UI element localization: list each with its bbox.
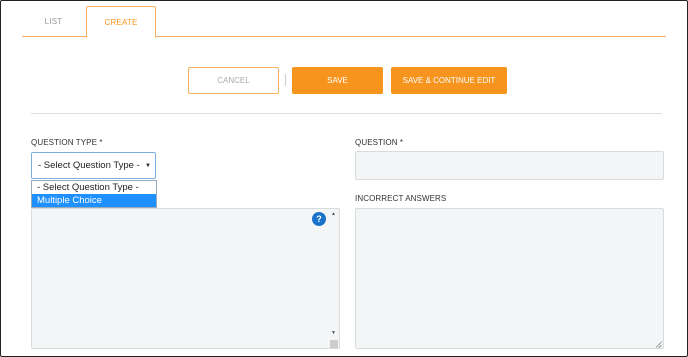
save-continue-button[interactable]: SAVE & CONTINUE EDIT — [391, 67, 507, 94]
tab-list[interactable]: LIST — [22, 6, 85, 37]
question-type-dropdown: - Select Question Type - Multiple Choice — [31, 180, 157, 208]
create-question-panel: LIST CREATE CANCEL SAVE SAVE & CONTINUE … — [0, 0, 688, 357]
question-type-select[interactable]: - Select Question Type - ▼ — [31, 152, 156, 179]
scroll-up-icon[interactable]: ▲ — [331, 211, 336, 217]
save-button[interactable]: SAVE — [292, 67, 383, 94]
tab-create[interactable]: CREATE — [86, 6, 156, 38]
help-icon[interactable]: ? — [312, 212, 326, 226]
incorrect-answers-label: INCORRECT ANSWERS — [355, 194, 447, 203]
question-type-label: QUESTION TYPE * — [31, 138, 103, 147]
answer-textarea[interactable] — [31, 208, 340, 349]
question-type-option[interactable]: Multiple Choice — [32, 194, 156, 207]
scroll-down-icon[interactable]: ▼ — [331, 330, 336, 336]
question-type-option[interactable]: - Select Question Type - — [32, 181, 156, 194]
textarea-scrollbar[interactable]: ▲ ▼ — [329, 209, 339, 348]
tab-bar: LIST CREATE — [22, 6, 666, 38]
section-divider — [31, 113, 662, 114]
resize-grip-icon[interactable] — [655, 340, 663, 348]
cancel-button[interactable]: CANCEL — [188, 67, 279, 94]
dropdown-caret-icon: ▼ — [145, 163, 151, 169]
resize-grip-icon[interactable] — [330, 340, 338, 348]
button-separator — [285, 74, 286, 86]
question-label: QUESTION * — [355, 138, 404, 147]
question-input[interactable] — [355, 151, 664, 180]
incorrect-answers-textarea[interactable] — [355, 208, 664, 349]
question-type-selected-value: - Select Question Type - — [38, 160, 140, 171]
